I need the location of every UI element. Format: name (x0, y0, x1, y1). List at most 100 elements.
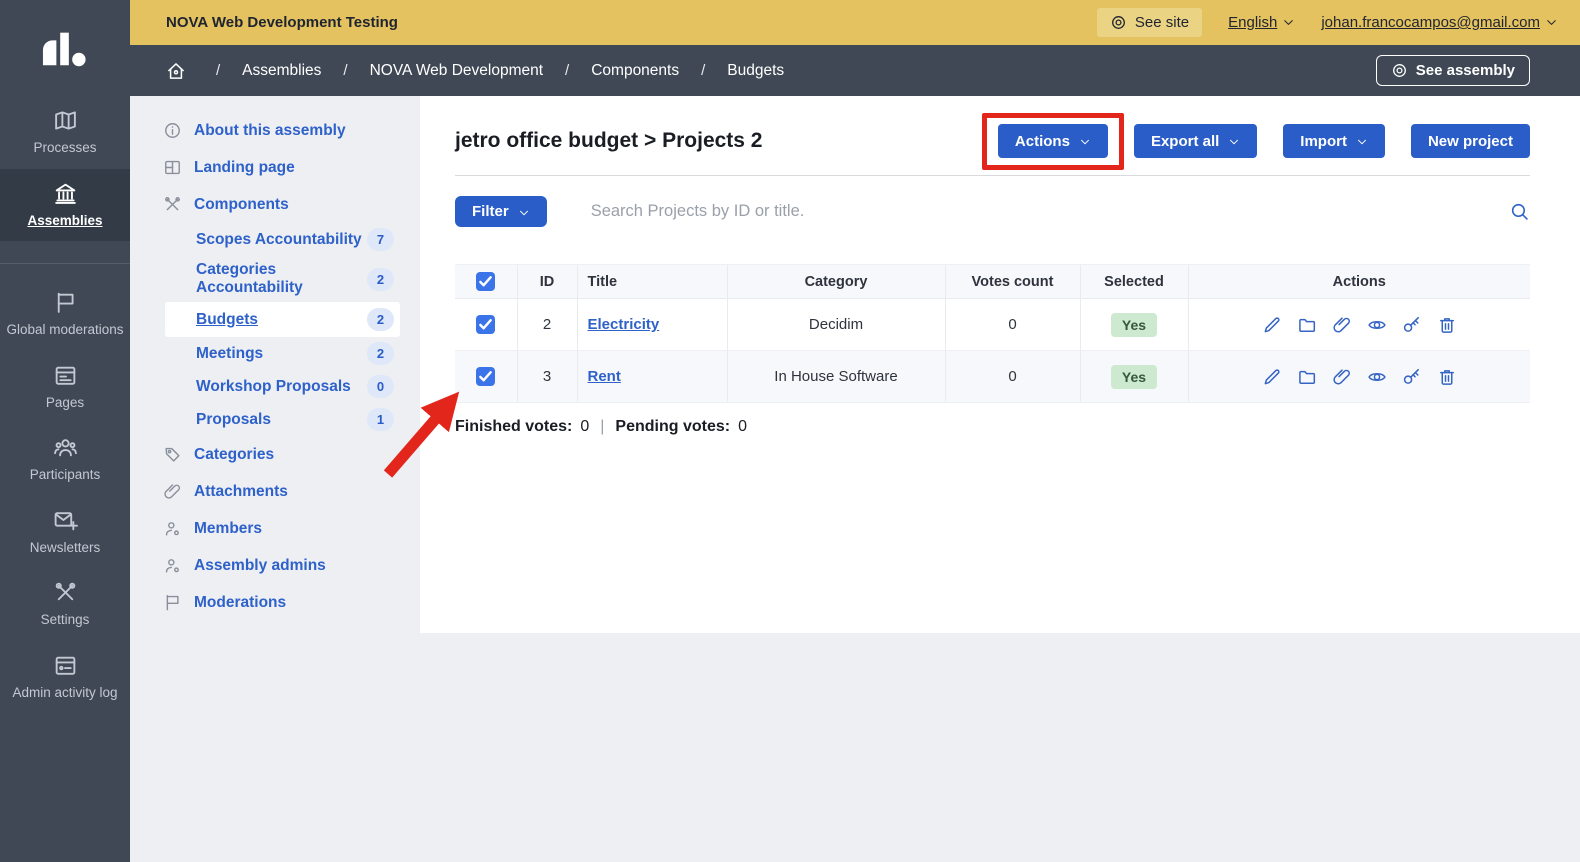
subnav-item-label: Workshop Proposals (196, 378, 351, 396)
pending-votes-label: Pending votes: (615, 418, 730, 436)
cell-title: Rent (577, 351, 727, 403)
permissions-key-icon[interactable] (1402, 367, 1422, 387)
page-title: jetro office budget > Projects 2 (455, 129, 762, 153)
subnav-item-label: Categories Accountability (196, 261, 367, 297)
search-input[interactable] (591, 202, 1509, 221)
row-actions (1189, 315, 1531, 335)
stats-separator: | (597, 418, 607, 436)
sidebar-item-settings[interactable]: Settings (0, 568, 130, 641)
sidebar-item-newsletters[interactable]: Newsletters (0, 496, 130, 569)
breadcrumb-item-budgets[interactable]: Budgets (727, 62, 784, 80)
folder-icon[interactable] (1297, 315, 1317, 335)
user-menu[interactable]: johan.francocampos@gmail.com (1321, 14, 1558, 31)
row-checkbox[interactable] (476, 315, 495, 334)
activity-log-icon (53, 653, 78, 678)
subnav-item-components[interactable]: Components (130, 186, 420, 223)
search-icon[interactable] (1509, 201, 1530, 222)
cell-id: 2 (517, 299, 577, 351)
sidebar-item-global-moderations[interactable]: Global moderations (0, 278, 130, 351)
sidebar-item-label: Processes (33, 140, 96, 156)
tools-icon (53, 580, 78, 605)
preview-icon[interactable] (1367, 315, 1387, 335)
table-row: 2 Electricity Decidim 0 Yes (455, 299, 1530, 351)
decidim-logo[interactable] (0, 0, 130, 96)
permissions-key-icon[interactable] (1402, 315, 1422, 335)
subnav-item-workshop-proposals[interactable]: Workshop Proposals 0 (130, 370, 420, 403)
count-badge: 0 (367, 375, 394, 398)
subnav-item-categories[interactable]: Categories (130, 436, 420, 473)
project-title-link[interactable]: Rent (588, 368, 621, 385)
tag-icon (163, 445, 182, 464)
count-badge: 2 (367, 268, 394, 291)
count-badge: 2 (367, 308, 394, 331)
project-title-link[interactable]: Electricity (588, 316, 660, 333)
pending-votes-value: 0 (738, 418, 747, 436)
breadcrumb: / Assemblies / NOVA Web Development / Co… (130, 45, 1580, 96)
attachment-icon[interactable] (1332, 315, 1352, 335)
sidebar-item-pages[interactable]: Pages (0, 351, 130, 424)
sidebar-item-admin-activity-log[interactable]: Admin activity log (0, 641, 130, 714)
select-all-cell (455, 265, 517, 299)
sidebar-item-processes[interactable]: Processes (0, 96, 130, 169)
subnav-item-scopes-accountability[interactable]: Scopes Accountability 7 (130, 223, 420, 256)
import-button[interactable]: Import (1283, 124, 1385, 158)
subnav-item-categories-accountability[interactable]: Categories Accountability 2 (130, 256, 420, 302)
subnav-item-moderations[interactable]: Moderations (130, 584, 420, 621)
subnav-item-about[interactable]: About this assembly (130, 112, 420, 149)
breadcrumb-item-assembly[interactable]: NOVA Web Development (370, 62, 543, 80)
subnav-item-proposals[interactable]: Proposals 1 (130, 403, 420, 436)
see-site-link[interactable]: See site (1097, 8, 1202, 37)
sidebar-item-assemblies[interactable]: Assemblies (0, 169, 130, 242)
flag-icon (53, 290, 78, 315)
see-assembly-label: See assembly (1416, 62, 1515, 79)
subnav-item-attachments[interactable]: Attachments (130, 473, 420, 510)
subnav-item-budgets[interactable]: Budgets 2 (165, 302, 400, 337)
breadcrumb-separator: / (216, 62, 220, 79)
column-header-actions: Actions (1188, 265, 1530, 299)
row-checkbox[interactable] (476, 367, 495, 386)
folder-icon[interactable] (1297, 367, 1317, 387)
bank-icon (53, 181, 78, 206)
subnav-item-assembly-admins[interactable]: Assembly admins (130, 547, 420, 584)
see-assembly-button[interactable]: See assembly (1376, 55, 1530, 86)
select-all-checkbox[interactable] (476, 272, 495, 291)
votes-stats: Finished votes: 0 | Pending votes: 0 (455, 418, 1530, 436)
people-icon (53, 435, 78, 460)
subnav-item-label: Components (194, 196, 289, 214)
decidim-admin-app: Processes Assemblies Global moderations … (0, 0, 1580, 862)
subnav-item-landing-page[interactable]: Landing page (130, 149, 420, 186)
export-all-button[interactable]: Export all (1134, 124, 1257, 158)
breadcrumb-separator: / (343, 62, 347, 79)
delete-icon[interactable] (1437, 315, 1457, 335)
pages-icon (53, 363, 78, 388)
sidebar-item-participants[interactable]: Participants (0, 423, 130, 496)
cell-votes: 0 (945, 299, 1080, 351)
edit-icon[interactable] (1262, 367, 1282, 387)
subnav-item-label: Assembly admins (194, 557, 326, 575)
subnav-item-members[interactable]: Members (130, 510, 420, 547)
column-header-id: ID (517, 265, 577, 299)
attachment-icon[interactable] (1332, 367, 1352, 387)
subnav-item-label: Landing page (194, 159, 295, 177)
column-header-category: Category (727, 265, 945, 299)
paperclip-icon (163, 482, 182, 501)
sidebar-item-label: Participants (30, 467, 101, 483)
subnav-item-meetings[interactable]: Meetings 2 (130, 337, 420, 370)
delete-icon[interactable] (1437, 367, 1457, 387)
filter-button[interactable]: Filter (455, 196, 547, 227)
breadcrumb-item-components[interactable]: Components (591, 62, 679, 80)
export-all-label: Export all (1151, 133, 1219, 150)
organization-title: NOVA Web Development Testing (166, 14, 398, 31)
topbar: NOVA Web Development Testing See site En… (130, 0, 1580, 45)
edit-icon[interactable] (1262, 315, 1282, 335)
breadcrumb-item-assemblies[interactable]: Assemblies (242, 62, 321, 80)
filter-label: Filter (472, 203, 509, 220)
home-icon[interactable] (166, 61, 186, 81)
actions-button[interactable]: Actions (998, 124, 1108, 158)
new-project-button[interactable]: New project (1411, 124, 1530, 158)
language-selector[interactable]: English (1228, 14, 1295, 31)
preview-icon[interactable] (1367, 367, 1387, 387)
header-divider (455, 175, 1530, 176)
eye-icon (1391, 62, 1408, 79)
subnav-item-label: Members (194, 520, 262, 538)
